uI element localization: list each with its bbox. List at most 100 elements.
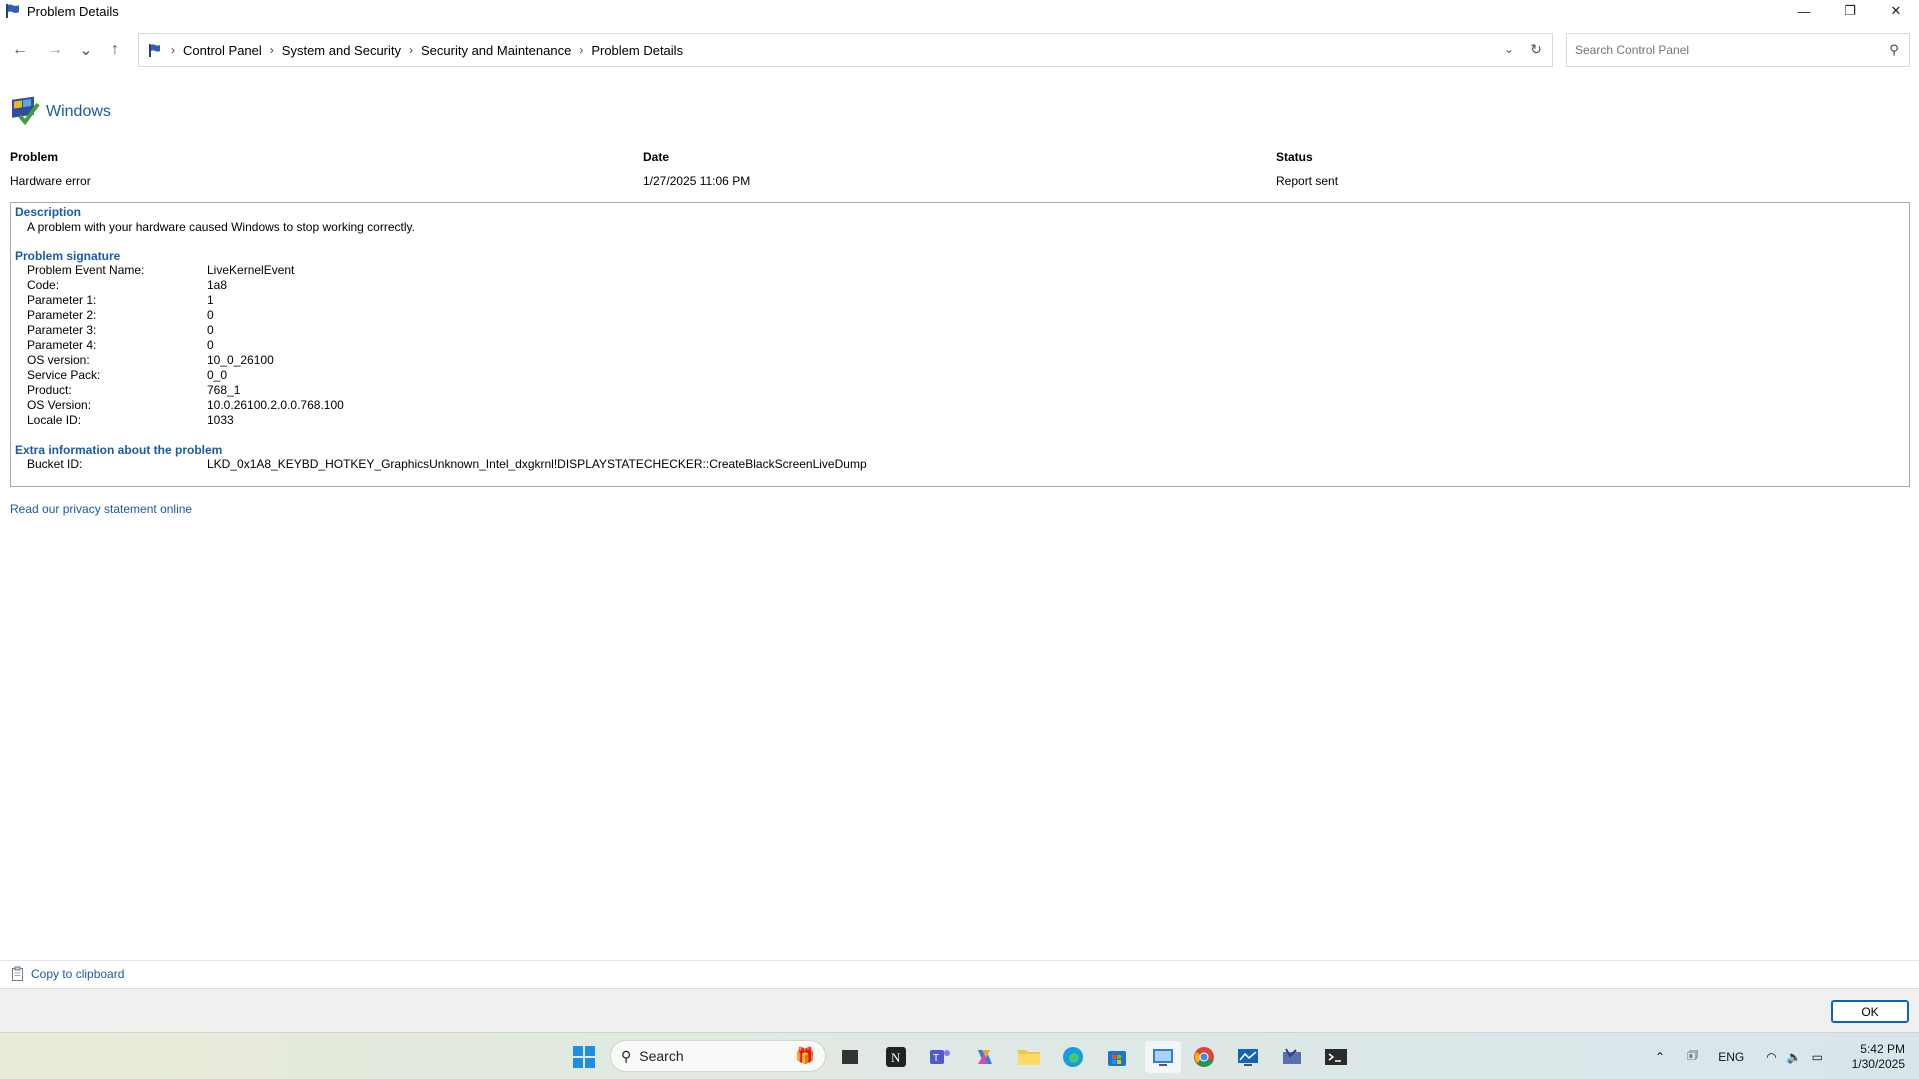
detail-key: Parameter 1: (27, 293, 97, 307)
detail-key: Bucket ID: (27, 457, 83, 471)
detail-value: 1 (207, 293, 214, 307)
detail-key: OS version: (27, 353, 90, 367)
detail-key: Parameter 3: (27, 323, 97, 337)
search-icon: ⚲ (621, 1047, 632, 1064)
svg-text:N: N (891, 1050, 901, 1065)
search-box: ⚲ (1566, 33, 1910, 67)
wifi-icon[interactable]: ◠ (1766, 1050, 1776, 1064)
detail-value: 0_0 (207, 368, 228, 382)
recent-locations-chevron-icon[interactable]: ⌄ (74, 38, 98, 62)
description-text: A problem with your hardware caused Wind… (27, 220, 415, 234)
detail-value: LKD_0x1A8_KEYBD_HOTKEY_GraphicsUnknown_I… (207, 457, 867, 471)
detail-key: Parameter 2: (27, 308, 97, 322)
task-view-icon[interactable] (834, 1041, 866, 1073)
detail-row: Locale ID: 1033 (27, 413, 1905, 428)
minimize-button[interactable]: — (1781, 0, 1827, 22)
forward-arrow-icon[interactable]: → (43, 38, 67, 62)
detail-key: Service Pack: (27, 368, 101, 382)
window-title: Problem Details (27, 3, 119, 19)
teams-app-icon[interactable]: T (924, 1041, 956, 1073)
divider (0, 960, 1919, 961)
chevron-right-icon[interactable]: › (579, 43, 583, 57)
remote-desktop-icon[interactable] (1232, 1041, 1264, 1073)
dialog-footer: OK (0, 988, 1919, 1032)
problem-details-box: Description A problem with your hardware… (10, 202, 1910, 487)
breadcrumb-security-and-maintenance[interactable]: Security and Maintenance (421, 43, 571, 58)
file-explorer-icon[interactable] (1013, 1041, 1045, 1073)
flag-icon (149, 44, 160, 57)
close-button[interactable]: ✕ (1873, 0, 1919, 22)
back-arrow-icon[interactable]: ← (8, 38, 32, 62)
address-dropdown-icon[interactable]: ⌄ (1504, 42, 1514, 56)
detail-row: Parameter 4: 0 (27, 338, 1905, 353)
detail-value: LiveKernelEvent (207, 263, 295, 277)
detail-value: 0 (207, 323, 214, 337)
search-input[interactable] (1575, 43, 1879, 57)
up-arrow-icon[interactable]: ↑ (103, 38, 127, 62)
windows-maintenance-icon (12, 96, 40, 126)
ok-button[interactable]: OK (1831, 1000, 1909, 1023)
copy-to-clipboard-link[interactable]: Copy to clipboard (10, 966, 124, 982)
chrome-browser-icon[interactable] (1188, 1041, 1220, 1073)
detail-row: Service Pack: 0_0 (27, 368, 1905, 383)
breadcrumb-problem-details[interactable]: Problem Details (591, 43, 683, 58)
volume-icon[interactable]: 🔈 (1787, 1050, 1802, 1064)
detail-key: Problem Event Name: (27, 263, 145, 277)
chevron-right-icon[interactable]: › (409, 43, 413, 57)
show-hidden-icons-chevron-icon[interactable]: ⌃ (1655, 1050, 1665, 1064)
gift-icon: 🎁 (795, 1048, 815, 1065)
problem-header: Problem (10, 150, 59, 164)
breadcrumb-system-and-security[interactable]: System and Security (282, 43, 401, 58)
detail-key: OS Version: (27, 398, 92, 412)
navigation-bar: ← → ⌄ ↑ › Control Panel › System and Sec… (0, 28, 1919, 72)
chevron-right-icon[interactable]: › (270, 43, 274, 57)
privacy-statement-link[interactable]: Read our privacy statement online (10, 502, 192, 516)
taskbar-search[interactable]: ⚲ Search 🎁 (610, 1040, 826, 1072)
date-value: 1/27/2025 11:06 PM (643, 174, 751, 188)
input-indicator-icon[interactable]: 🗊 (1687, 1046, 1698, 1067)
copilot-app-icon[interactable] (969, 1041, 1001, 1073)
chevron-right-icon: › (171, 43, 175, 57)
terminal-icon[interactable] (1320, 1041, 1352, 1073)
detail-row: Parameter 3: 0 (27, 323, 1905, 338)
app-name: Windows (46, 103, 111, 120)
detail-key: Product: (27, 383, 72, 397)
restore-button[interactable]: ❐ (1827, 0, 1873, 22)
detail-value: 768_1 (207, 383, 241, 397)
clipboard-icon (12, 966, 23, 981)
taskbar-search-label: Search (639, 1048, 684, 1064)
detail-value: 0 (207, 308, 214, 322)
copy-to-clipboard-label[interactable]: Copy to clipboard (31, 967, 124, 981)
date-header: Date (643, 150, 670, 164)
system-tool-icon[interactable] (1276, 1041, 1308, 1073)
detail-value: 10.0.26100.2.0.0.768.100 (207, 398, 344, 412)
detail-key: Locale ID: (27, 413, 82, 427)
notion-app-icon[interactable]: N (880, 1041, 912, 1073)
windows-logo-icon (573, 1046, 595, 1068)
extra-info-title: Extra information about the problem (15, 443, 223, 457)
detail-row: Bucket ID: LKD_0x1A8_KEYBD_HOTKEY_Graphic… (27, 457, 1905, 472)
status-value: Report sent (1276, 174, 1339, 188)
detail-row: OS Version: 10.0.26100.2.0.0.768.100 (27, 398, 1905, 413)
address-bar[interactable]: › Control Panel › System and Security › … (138, 33, 1553, 67)
search-icon[interactable]: ⚲ (1879, 42, 1909, 58)
control-panel-app-icon[interactable] (1145, 1041, 1181, 1073)
start-button[interactable] (568, 1041, 600, 1073)
detail-row: Product: 768_1 (27, 383, 1905, 398)
taskbar: ⚲ Search 🎁 N T ⌃ 🗊 ENG ◠ 🔈 ▭ 5:42 PM 1/3… (0, 1032, 1919, 1079)
language-indicator[interactable]: ENG (1718, 1050, 1744, 1064)
clock[interactable]: 5:42 PM 1/30/2025 (1852, 1042, 1905, 1072)
edge-browser-icon[interactable] (1057, 1041, 1089, 1073)
description-title: Description (15, 205, 82, 219)
svg-text:T: T (933, 1053, 939, 1064)
microsoft-store-icon[interactable] (1101, 1041, 1133, 1073)
clock-date: 1/30/2025 (1851, 1057, 1905, 1071)
detail-value: 1033 (207, 413, 234, 427)
refresh-icon[interactable]: ↻ (1530, 41, 1542, 58)
app-header: Windows (10, 96, 111, 128)
signature-title: Problem signature (15, 249, 121, 263)
battery-icon[interactable]: ▭ (1812, 1050, 1823, 1064)
signature-list: Problem Event Name: LiveKernelEvent Code: 1… (15, 263, 1905, 428)
flag-icon (6, 4, 19, 18)
breadcrumb-control-panel[interactable]: Control Panel (183, 43, 262, 58)
